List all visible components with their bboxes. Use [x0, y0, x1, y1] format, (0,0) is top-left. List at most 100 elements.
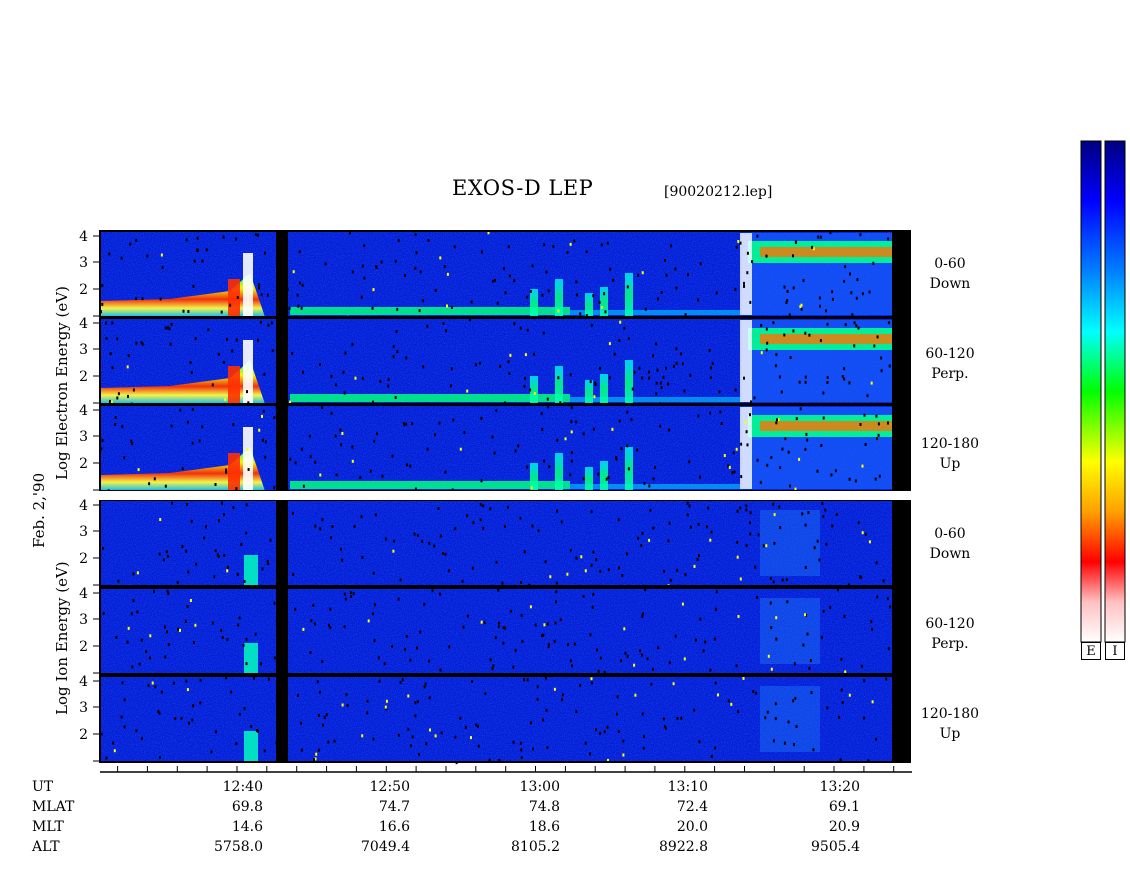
speckle: [192, 641, 195, 644]
speckle: [656, 368, 659, 372]
speckle: [570, 420, 573, 424]
speckle: [123, 725, 126, 729]
speckle: [101, 438, 104, 442]
speckle: [592, 427, 595, 431]
secondary-band: [290, 481, 570, 489]
speckle: [243, 707, 246, 711]
speckle: [425, 742, 428, 746]
speckle: [426, 447, 429, 451]
speckle: [120, 256, 123, 260]
speckle: [350, 595, 353, 598]
speckle: [806, 438, 809, 442]
group-separator: [98, 491, 912, 500]
burst-edge: [228, 453, 240, 491]
speckle: [433, 544, 436, 548]
speckle: [626, 552, 629, 556]
speckle: [292, 573, 295, 576]
speckle: [378, 679, 381, 683]
energy-spike: [555, 366, 563, 404]
speckle: [416, 700, 419, 703]
speckle: [871, 627, 873, 631]
speckle: [466, 614, 469, 618]
speckle: [603, 292, 606, 296]
speckle: [875, 737, 878, 741]
speckle: [848, 381, 851, 385]
speckle: [672, 365, 675, 368]
speckle: [526, 678, 529, 682]
speckle: [310, 619, 313, 623]
speckle: [824, 508, 827, 512]
speckle: [343, 592, 346, 596]
speckle: [773, 513, 776, 517]
energy-spike: [530, 376, 538, 404]
y-tick-label: 4: [79, 403, 88, 419]
speckle: [270, 321, 273, 325]
speckle: [373, 439, 376, 443]
speckle: [267, 677, 270, 681]
speckle: [215, 730, 217, 734]
speckle: [300, 447, 303, 451]
speckle: [491, 667, 494, 671]
speckle: [663, 569, 666, 573]
speckle: [709, 376, 712, 380]
speckle: [428, 659, 431, 663]
speckle: [770, 456, 773, 459]
speckle: [713, 637, 716, 641]
speckle: [681, 362, 684, 366]
speckle: [261, 414, 263, 418]
speckle: [608, 342, 611, 346]
speckle: [264, 440, 267, 444]
speckle: [542, 718, 544, 722]
speckle: [668, 428, 671, 432]
speckle: [804, 613, 806, 617]
speckle: [660, 386, 663, 389]
speckle: [342, 370, 345, 374]
speckle: [853, 344, 856, 348]
speckle: [363, 276, 366, 280]
speckle: [507, 245, 510, 249]
speckle: [597, 472, 600, 476]
speckle: [793, 662, 796, 666]
speckle: [794, 241, 797, 244]
speckle: [353, 525, 356, 528]
speckle: [641, 271, 644, 275]
speckle: [805, 432, 808, 436]
speckle: [526, 295, 529, 299]
speckle: [778, 375, 781, 379]
energy-spike: [600, 374, 608, 404]
speckle: [789, 356, 792, 359]
speckle: [176, 580, 179, 584]
speckle: [600, 243, 603, 247]
speckle: [319, 473, 322, 477]
y-tick-label: 4: [79, 498, 88, 514]
speckle: [471, 566, 474, 570]
speckle: [622, 753, 625, 757]
speckle: [668, 521, 671, 525]
speckle: [804, 375, 807, 379]
speckle: [657, 646, 660, 650]
speckle: [870, 381, 873, 385]
speckle: [618, 339, 621, 342]
speckle: [351, 270, 354, 274]
speckle: [546, 622, 549, 626]
speckle: [169, 342, 172, 346]
speckle: [514, 648, 517, 652]
speckle: [159, 518, 162, 521]
speckle: [514, 449, 517, 453]
speckle: [158, 552, 161, 556]
speckle: [374, 603, 376, 607]
speckle: [242, 643, 245, 647]
speckle: [401, 678, 404, 682]
speckle: [542, 331, 545, 335]
burst-edge: [228, 366, 240, 404]
ephemeris-mlat-value: 74.7: [378, 799, 410, 815]
speckle: [226, 565, 229, 569]
ephemeris-label-mlat: MLAT: [32, 799, 75, 815]
speckle: [598, 300, 601, 304]
speckle: [675, 361, 678, 365]
speckle: [641, 531, 644, 535]
speckle: [526, 328, 529, 332]
speckle: [366, 711, 369, 715]
speckle: [328, 623, 330, 627]
speckle: [220, 310, 223, 314]
